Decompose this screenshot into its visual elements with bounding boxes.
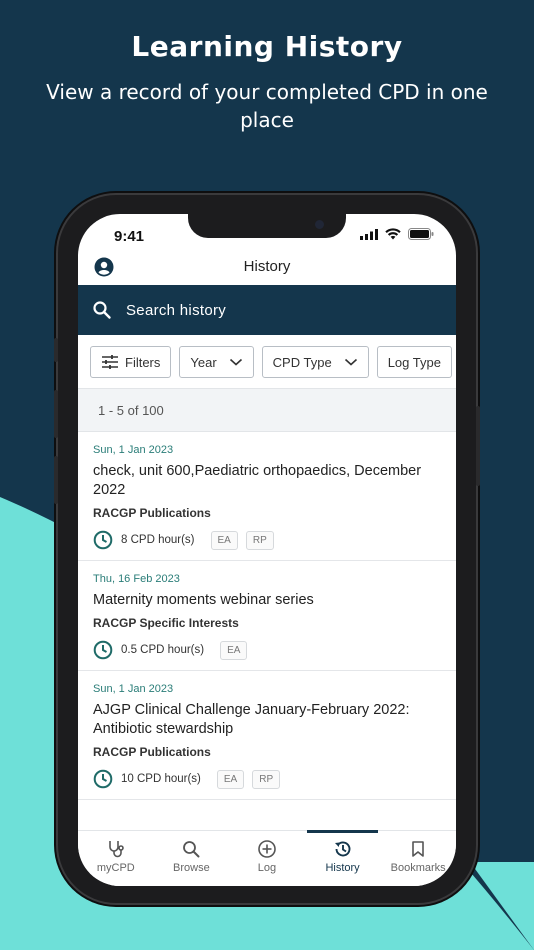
app-header: History [78,250,456,284]
tag-badge: EA [220,640,248,660]
tab-label: myCPD [96,862,135,874]
tab-history[interactable]: History [305,830,381,886]
clock-icon [93,530,113,550]
camera-icon [315,220,324,229]
history-list: Sun, 1 Jan 2023 check, unit 600,Paediatr… [78,432,456,800]
phone-volume-down [54,456,58,504]
bookmark-icon [412,841,424,857]
tab-label: History [325,862,360,874]
clock-icon [93,769,113,789]
tag-badge: EA [216,769,245,789]
log-type-dropdown[interactable]: Log Type [376,346,452,378]
search-icon [93,301,111,319]
tag-badge: RP [245,530,274,550]
item-title: check, unit 600,Paediatric orthopaedics,… [93,463,422,498]
stethoscope-icon [108,841,124,858]
item-provider: RACGP Publications [93,745,211,759]
item-meta: 8 CPD hour(s) EA RP [93,530,441,550]
tab-label: Log [257,862,277,874]
list-item[interactable]: Sun, 1 Jan 2023 AJGP Clinical Challenge … [78,671,456,800]
phone-screen: 9:41 History Search history Filters Year… [78,214,456,886]
tag-badge: EA [210,530,238,550]
year-label: Year [190,354,217,370]
search-input[interactable] [126,301,426,319]
wifi-icon [385,228,401,240]
plus-circle-icon [258,840,276,858]
results-count: 1 - 5 of 100 [78,388,456,432]
tab-label: Browse [173,862,210,874]
phone-mute-switch [54,338,58,362]
list-item[interactable]: Thu, 16 Feb 2023 Maternity moments webin… [78,561,456,671]
cpd-type-label: CPD Type [272,354,332,370]
history-icon [334,841,350,857]
promo-title: Learning History [131,30,403,63]
cellular-icon [360,228,378,240]
tab-browse[interactable]: Browse [154,831,230,886]
item-provider: RACGP Specific Interests [93,616,239,630]
item-hours: 10 CPD hour(s) [121,773,201,785]
year-dropdown[interactable]: Year [179,346,254,378]
phone-volume-up [54,390,58,438]
status-time: 9:41 [114,228,145,245]
item-meta: 0.5 CPD hour(s) EA [93,640,441,660]
filter-bar: Filters Year CPD Type Log Type [90,346,452,378]
log-type-label: Log Type [387,354,441,370]
item-hours: 0.5 CPD hour(s) [121,644,205,656]
status-icons [360,228,434,240]
chevron-down-icon [229,358,242,366]
cpd-type-dropdown[interactable]: CPD Type [261,346,369,378]
item-title: Maternity moments webinar series [93,592,314,608]
page-title: History [243,258,291,275]
phone-notch [188,214,346,238]
filters-button[interactable]: Filters [90,346,172,378]
item-date: Sun, 1 Jan 2023 [93,683,174,695]
tab-mycpd[interactable]: myCPD [78,831,154,886]
clock-icon [93,640,113,660]
item-date: Thu, 16 Feb 2023 [93,573,180,585]
bottom-tab-bar: myCPD Browse Log History Bookmarks [78,830,456,886]
list-item[interactable]: Sun, 1 Jan 2023 check, unit 600,Paediatr… [78,432,456,561]
tab-bookmarks[interactable]: Bookmarks [380,831,456,886]
tab-log[interactable]: Log [229,831,305,886]
phone-power-button [476,406,480,486]
chevron-down-icon [344,358,357,366]
filters-label: Filters [125,354,161,370]
sliders-icon [102,355,118,369]
item-title: AJGP Clinical Challenge January-February… [93,702,410,737]
tag-badge: RP [252,769,281,789]
item-hours: 8 CPD hour(s) [121,534,195,546]
search-icon [183,841,200,858]
item-meta: 10 CPD hour(s) EA RP [93,769,441,789]
item-provider: RACGP Publications [93,506,211,520]
battery-icon [408,228,434,240]
search-bar [78,285,456,335]
promo-subtitle: View a record of your completed CPD in o… [46,80,488,132]
tab-label: Bookmarks [390,862,446,874]
item-date: Sun, 1 Jan 2023 [93,444,174,456]
